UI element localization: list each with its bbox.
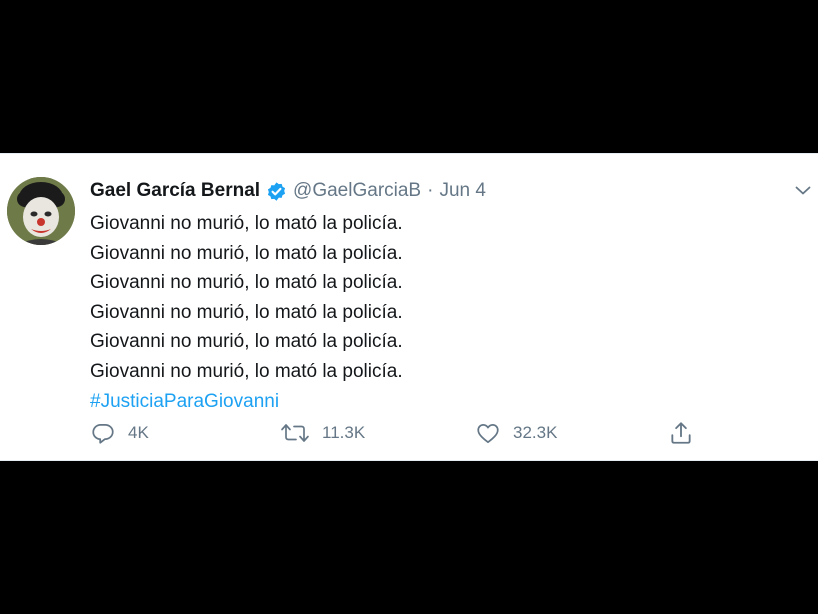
reply-button[interactable]: 4K xyxy=(90,418,149,448)
author-handle[interactable]: @GaelGarciaB xyxy=(293,180,421,202)
tweet-date[interactable]: Jun 4 xyxy=(439,180,485,202)
tweet-line: Giovanni no murió, lo mató la policía. xyxy=(90,301,403,323)
screenshot-frame: Gael García Bernal @GaelGarciaB · Jun 4 … xyxy=(0,0,818,614)
tweet-line: Giovanni no murió, lo mató la policía. xyxy=(90,272,403,294)
verified-badge-icon xyxy=(266,181,287,202)
tweet-line: Giovanni no murió, lo mató la policía. xyxy=(90,360,403,382)
share-button[interactable] xyxy=(668,418,694,448)
chevron-down-icon[interactable] xyxy=(794,182,812,200)
action-bar: 4K 11.3K 32.3K xyxy=(90,418,710,448)
separator-dot: · xyxy=(427,180,434,201)
retweet-count: 11.3K xyxy=(322,423,366,442)
tweet-line: Giovanni no murió, lo mató la policía. xyxy=(90,242,403,264)
like-count: 32.3K xyxy=(513,423,558,442)
hashtag-link[interactable]: #JusticiaParaGiovanni xyxy=(90,387,770,417)
retweet-button[interactable]: 11.3K xyxy=(280,418,365,448)
tweet-header: Gael García Bernal @GaelGarciaB · Jun 4 xyxy=(90,179,486,203)
retweet-icon xyxy=(280,420,310,446)
reply-icon xyxy=(90,420,116,446)
heart-icon xyxy=(475,420,501,446)
avatar[interactable] xyxy=(7,177,75,245)
tweet-line: Giovanni no murió, lo mató la policía. xyxy=(90,213,403,234)
share-icon xyxy=(668,420,694,446)
like-button[interactable]: 32.3K xyxy=(475,418,557,448)
avatar-image xyxy=(7,177,75,245)
tweet-card[interactable]: Gael García Bernal @GaelGarciaB · Jun 4 … xyxy=(0,153,818,461)
author-name[interactable]: Gael García Bernal xyxy=(90,180,260,202)
tweet-line: Giovanni no murió, lo mató la policía. xyxy=(90,331,403,353)
tweet-body: Giovanni no murió, lo mató la policía. G… xyxy=(90,209,770,416)
reply-count: 4K xyxy=(128,423,149,442)
